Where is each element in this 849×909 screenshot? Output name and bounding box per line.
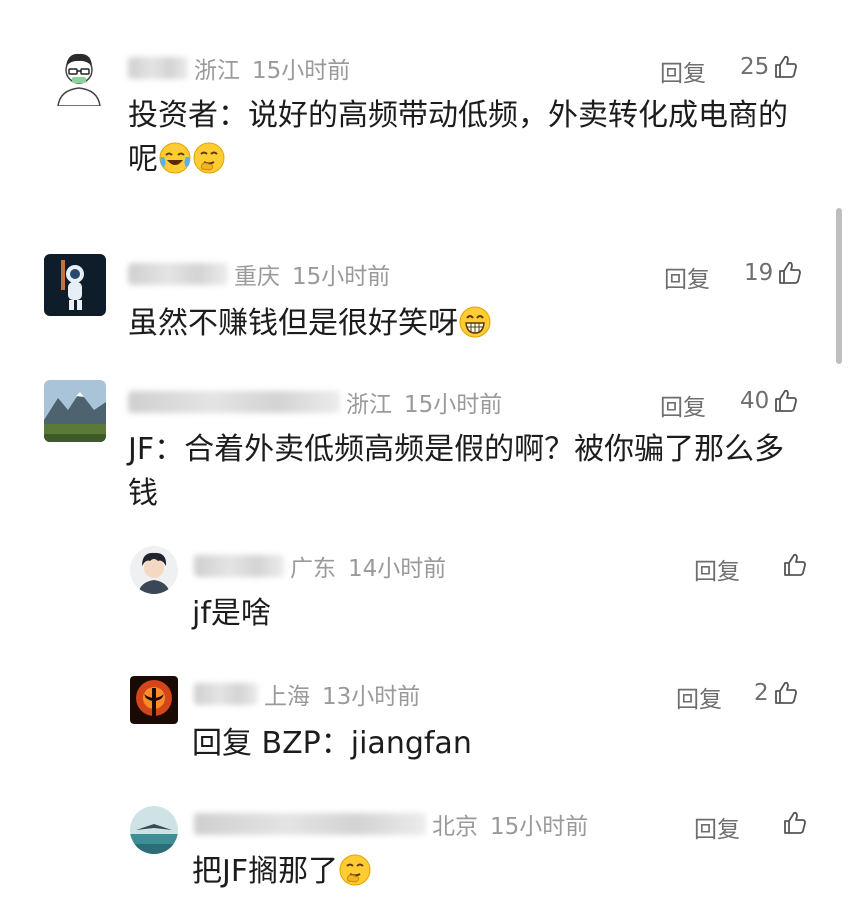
like-count: 19 (744, 260, 774, 286)
username-blurred[interactable] (194, 683, 258, 705)
location: 广东 (290, 556, 336, 582)
like-button[interactable]: 19 (744, 260, 803, 286)
username-blurred[interactable] (128, 57, 188, 79)
like-button[interactable] (778, 552, 808, 578)
comment-text: JF：合着外卖低频高频是假的啊？被你骗了那么多钱 (128, 432, 785, 511)
location: 重庆 (234, 264, 280, 290)
comment-text: 投资者：说好的高频带动低频，外卖转化成电商的呢 (128, 94, 808, 182)
location: 浙江 (346, 392, 392, 418)
comment-body: 虽然不赚钱但是很好笑呀 (128, 306, 458, 341)
grinning-emoji (458, 305, 492, 339)
location: 北京 (432, 814, 478, 840)
thumbs-up-icon (782, 810, 808, 836)
timestamp: 15小时前 (252, 58, 351, 84)
user-avatar[interactable] (130, 806, 178, 854)
thumbs-up-icon (777, 260, 803, 286)
like-button[interactable]: 2 (754, 680, 799, 706)
reply-text: jf是啥 (192, 596, 271, 631)
like-button[interactable] (778, 810, 808, 836)
reply-button[interactable]: 回复 (694, 552, 740, 586)
thumbs-up-icon (773, 680, 799, 706)
user-avatar[interactable] (44, 254, 106, 316)
timestamp: 15小时前 (490, 814, 589, 840)
comment-meta: 广东 14小时前 (194, 550, 446, 582)
like-button[interactable]: 25 (740, 54, 799, 80)
like-button[interactable]: 40 (740, 388, 799, 414)
like-count: 25 (740, 54, 770, 80)
crying-laughing-emoji (158, 141, 192, 175)
timestamp: 15小时前 (292, 264, 391, 290)
username-blurred[interactable] (128, 391, 340, 413)
location: 浙江 (194, 58, 240, 84)
comment-meta: 上海 13小时前 (194, 678, 420, 710)
reply-button[interactable]: 回复 (694, 810, 740, 844)
thinking-hand-emoji (192, 141, 226, 175)
reply-button[interactable]: 回复 (676, 680, 722, 714)
reply-button[interactable]: 回复 (664, 260, 710, 294)
reply-button[interactable]: 回复 (660, 388, 706, 422)
user-avatar[interactable] (130, 676, 178, 724)
timestamp: 14小时前 (348, 556, 447, 582)
reply-text: 把JF搁那了 (192, 850, 792, 894)
thumbs-up-icon (773, 388, 799, 414)
user-avatar[interactable] (48, 44, 110, 106)
comment-text: 虽然不赚钱但是很好笑呀 (128, 302, 808, 346)
scrollbar[interactable] (836, 208, 842, 364)
thumbs-up-icon (782, 552, 808, 578)
thinking-hand-emoji (338, 853, 372, 887)
timestamp: 13小时前 (322, 684, 421, 710)
reply-body: 把JF搁那了 (192, 854, 339, 889)
comment-meta: 重庆 15小时前 (128, 258, 390, 290)
reply-text: 回复 BZP：jiangfan (192, 726, 472, 761)
user-avatar[interactable] (130, 546, 178, 594)
reply-button[interactable]: 回复 (660, 54, 706, 88)
comment-meta: 浙江 15小时前 (128, 52, 350, 84)
username-blurred[interactable] (128, 263, 228, 285)
username-blurred[interactable] (194, 555, 284, 577)
comment-meta: 浙江 15小时前 (128, 386, 502, 418)
like-count: 40 (740, 388, 770, 414)
timestamp: 15小时前 (404, 392, 503, 418)
comment-body: 投资者：说好的高频带动低频，外卖转化成电商的呢 (128, 98, 788, 177)
username-blurred[interactable] (194, 813, 426, 835)
comment-meta: 北京 15小时前 (194, 808, 588, 840)
thumbs-up-icon (773, 54, 799, 80)
like-count: 2 (754, 680, 769, 706)
location: 上海 (264, 684, 310, 710)
user-avatar[interactable] (44, 380, 106, 442)
